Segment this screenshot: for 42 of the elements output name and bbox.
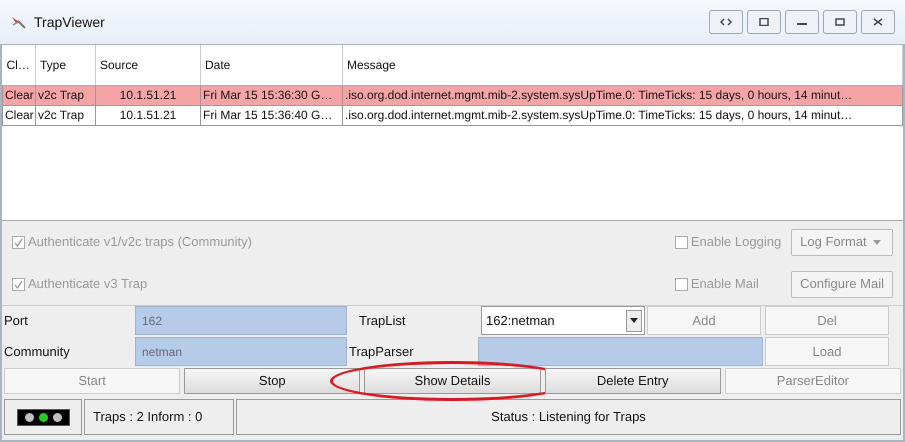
table-cell: 10.1.51.21 (96, 105, 200, 125)
minimize-button[interactable] (785, 10, 819, 34)
maximize-icon (834, 18, 846, 26)
table-cell: Clear (2, 85, 36, 105)
table-cell: Fri Mar 15 15:36:40 G… (200, 105, 342, 125)
close-button[interactable] (861, 10, 895, 34)
table-cell: Fri Mar 15 15:36:30 G… (200, 85, 342, 105)
action-button[interactable]: Delete Entry (544, 368, 721, 394)
toggle-button[interactable] (709, 10, 743, 34)
column-header[interactable]: Source (96, 45, 200, 85)
caret-icon (626, 310, 642, 332)
caret-icon (872, 240, 881, 244)
page-button[interactable] (747, 10, 781, 34)
toggle-icon (720, 18, 732, 26)
table-cell: Clear (2, 105, 36, 125)
window-title: TrapViewer (34, 12, 105, 32)
table-cell: 10.1.51.21 (96, 85, 200, 105)
table-cell: .iso.org.dod.internet.mgmt.mib-2.system.sysUpTime.0: TimeTicks: 15 days, 0 hours, 14 minut… (342, 105, 902, 125)
table-cell: v2c Trap (36, 85, 96, 105)
action-button[interactable]: Show Details (364, 368, 541, 394)
column-header[interactable]: Date (200, 45, 342, 85)
column-header[interactable]: Cl… (2, 45, 36, 85)
page-icon (758, 18, 770, 26)
column-header[interactable]: Type (36, 45, 96, 85)
field-label: Community (3, 342, 71, 361)
maximize-button[interactable] (823, 10, 857, 34)
close-icon (872, 18, 884, 26)
checkbox-label: Enable Logging (690, 233, 782, 252)
action-button[interactable]: Stop (184, 368, 360, 394)
table-cell: v2c Trap (36, 105, 96, 125)
checkbox-label: Authenticate v3 Trap (28, 275, 148, 294)
checkbox-label: Authenticate v1/v2c traps (Community) (28, 233, 252, 252)
trap-parser-field[interactable] (478, 337, 763, 366)
checkbox-label: Enable Mail (690, 275, 759, 294)
field-label: TrapList (358, 312, 406, 330)
field-label: Port (3, 312, 29, 330)
table-cell: .iso.org.dod.internet.mgmt.mib-2.system.sysUpTime.0: TimeTicks: 15 days, 0 hours, 14 minut… (342, 85, 902, 105)
trap-count-text: Traps : 2 Inform : 0 (84, 399, 234, 435)
trap-list-dropdown[interactable]: 162:netman (481, 306, 645, 335)
column-header[interactable]: Message (342, 45, 902, 85)
status-text: Status : Listening for Traps (236, 399, 901, 435)
field-label: TrapParser (348, 342, 415, 361)
